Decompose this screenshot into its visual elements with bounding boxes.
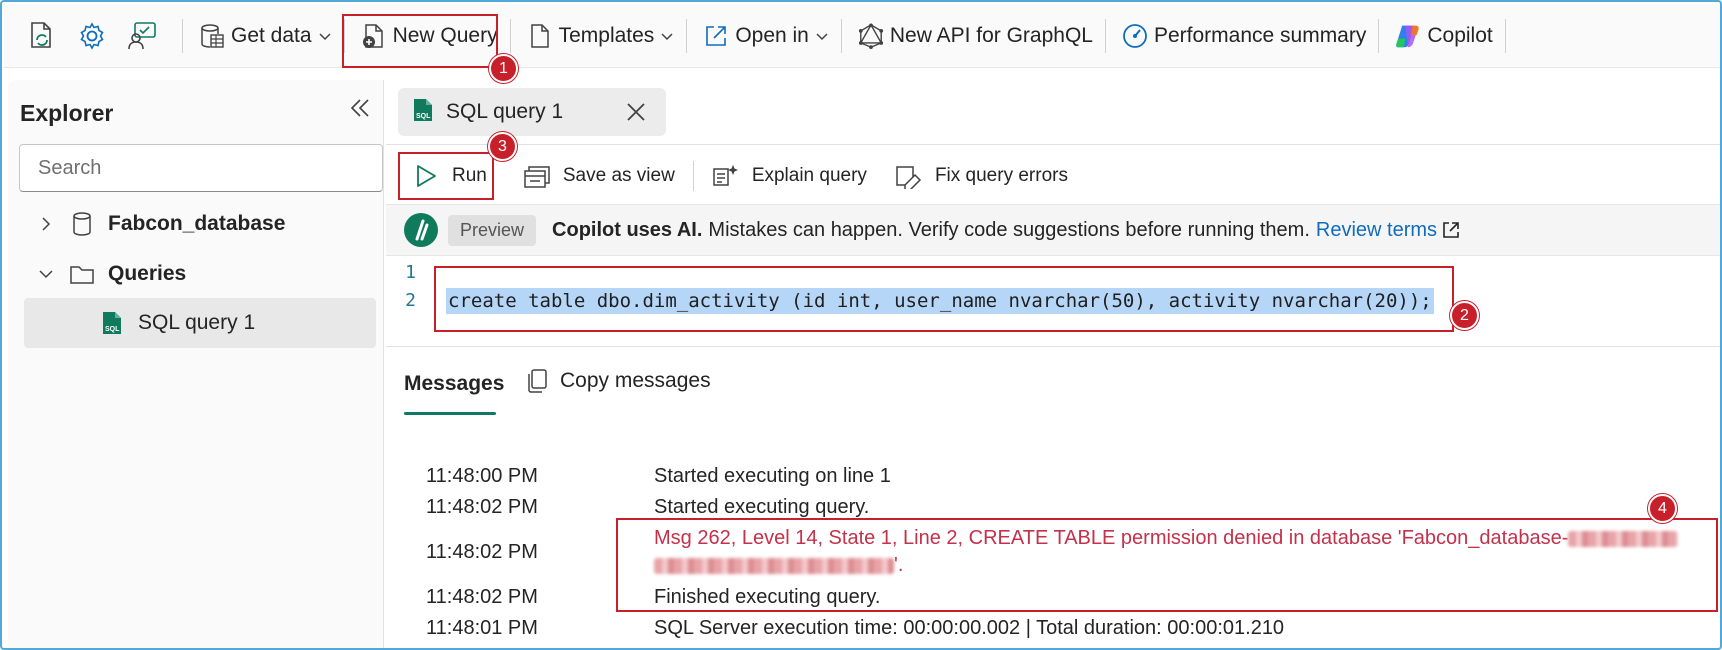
highlight-new-query <box>342 14 498 68</box>
get-data-button[interactable]: Get data <box>193 16 338 56</box>
folder-icon <box>68 260 96 288</box>
annotation-badge-3: 3 <box>488 132 517 161</box>
annotation-badge-2: 2 <box>1450 301 1479 330</box>
database-table-icon <box>199 23 225 49</box>
tree-item-label: SQL query 1 <box>138 311 256 334</box>
copy-icon <box>526 368 550 394</box>
fix-query-errors-button[interactable]: Fix query errors <box>881 154 1082 198</box>
open-in-button[interactable]: Open in <box>697 16 835 56</box>
get-data-label: Get data <box>231 23 312 47</box>
message-time: 11:48:02 PM <box>426 496 538 518</box>
svg-text:SQL: SQL <box>416 113 431 120</box>
editor-results-divider <box>386 346 1720 347</box>
annotation-badge-4: 4 <box>1648 494 1677 523</box>
collapse-panel-icon[interactable] <box>348 96 376 124</box>
active-tab-indicator <box>404 412 496 415</box>
tab-label: SQL query 1 <box>446 100 564 123</box>
copilot-button[interactable]: Copilot <box>1389 16 1498 56</box>
tab-sql-query-1[interactable]: SQL SQL query 1 <box>398 88 666 136</box>
ribbon-separator <box>509 18 511 53</box>
graphql-icon <box>858 22 884 49</box>
chevron-down-icon <box>661 32 673 40</box>
explain-sparkle-icon <box>712 162 740 190</box>
database-icon <box>68 210 96 238</box>
svg-text:SQL: SQL <box>105 326 120 333</box>
explorer-title: Explorer <box>20 100 114 126</box>
new-api-graphql-button[interactable]: New API for GraphQL <box>852 16 1099 56</box>
person-feedback-icon[interactable] <box>126 20 158 52</box>
gauge-icon <box>1122 23 1148 49</box>
message-text: Started executing on line 1 <box>654 465 891 487</box>
message-time: 11:48:00 PM <box>426 465 538 487</box>
ribbon-separator <box>686 18 688 53</box>
highlight-code-line <box>434 266 1454 332</box>
line-number: 2 <box>405 290 416 311</box>
sql-file-icon: SQL <box>98 309 126 337</box>
highlight-run <box>398 152 494 200</box>
copilot-banner: Preview Copilot uses AI. Mistakes can ha… <box>386 204 1720 256</box>
toolbar-separator <box>692 161 694 191</box>
fix-errors-label: Fix query errors <box>934 165 1068 186</box>
save-as-view-label: Save as view <box>562 165 675 186</box>
tab-divider <box>386 144 1720 145</box>
copy-messages-button[interactable]: Copy messages <box>526 368 711 394</box>
explorer-search-input[interactable] <box>19 144 383 192</box>
tab-messages[interactable]: Messages <box>404 372 504 396</box>
explain-query-label: Explain query <box>751 165 867 186</box>
copilot-label: Copilot <box>1427 23 1493 47</box>
templates-button[interactable]: Templates <box>521 16 681 56</box>
sql-file-icon: SQL <box>412 97 434 128</box>
close-icon[interactable] <box>624 100 648 124</box>
tree-item-label: Fabcon_database <box>108 212 286 235</box>
performance-summary-button[interactable]: Performance summary <box>1116 16 1372 56</box>
chevron-down-icon <box>816 32 828 40</box>
copilot-disclaimer-bold: Copilot uses AI. <box>552 218 703 241</box>
ribbon-separator <box>1504 18 1506 53</box>
chevron-right-icon[interactable] <box>36 214 56 234</box>
open-external-icon[interactable] <box>1441 220 1461 240</box>
save-view-icon <box>523 162 551 190</box>
annotation-badge-1: 1 <box>489 54 518 83</box>
message-text: SQL Server execution time: 00:00:00.002 … <box>654 617 1285 639</box>
message-text: Started executing query. <box>654 496 870 518</box>
fix-errors-icon <box>895 162 923 190</box>
open-external-icon <box>703 23 729 49</box>
performance-label: Performance summary <box>1153 23 1367 47</box>
save-as-view-button[interactable]: Save as view <box>509 154 689 198</box>
copilot-icon <box>1395 23 1421 49</box>
preview-badge: Preview <box>448 214 537 246</box>
chevron-down-icon[interactable] <box>36 264 56 284</box>
ribbon-separator <box>1104 18 1106 53</box>
review-terms-link[interactable]: Review terms <box>1316 219 1437 242</box>
copy-messages-label: Copy messages <box>560 369 711 392</box>
copilot-logo-icon <box>404 213 438 247</box>
message-time: 11:48:02 PM <box>426 541 538 563</box>
tree-item-queries-folder[interactable]: Queries <box>36 260 186 288</box>
ribbon-separator <box>1378 18 1380 53</box>
ribbon-separator <box>840 18 842 53</box>
copilot-disclaimer-text: Mistakes can happen. Verify code suggest… <box>708 218 1310 241</box>
settings-gear-icon[interactable] <box>76 20 108 52</box>
message-time: 11:48:01 PM <box>426 617 538 639</box>
highlight-error-messages <box>616 518 1718 612</box>
ribbon-separator <box>182 18 183 53</box>
tree-item-label: Queries <box>108 262 187 285</box>
document-icon <box>527 23 553 49</box>
top-ribbon: Get data New Query Templates Open in New… <box>4 4 1720 68</box>
message-time: 11:48:02 PM <box>426 586 538 608</box>
explorer-panel: Explorer Fabcon_database Queries <box>8 80 384 648</box>
line-number: 1 <box>405 262 416 283</box>
chevron-down-icon <box>319 32 331 40</box>
templates-label: Templates <box>558 23 655 47</box>
refresh-file-icon[interactable] <box>26 20 58 52</box>
new-api-label: New API for GraphQL <box>889 23 1093 47</box>
open-in-label: Open in <box>735 23 809 47</box>
tree-item-sql-query-1[interactable]: SQL SQL query 1 <box>98 309 255 337</box>
explain-query-button[interactable]: Explain query <box>698 154 881 198</box>
app-frame: Get data New Query Templates Open in New… <box>0 0 1722 650</box>
tree-item-database[interactable]: Fabcon_database <box>36 210 285 238</box>
